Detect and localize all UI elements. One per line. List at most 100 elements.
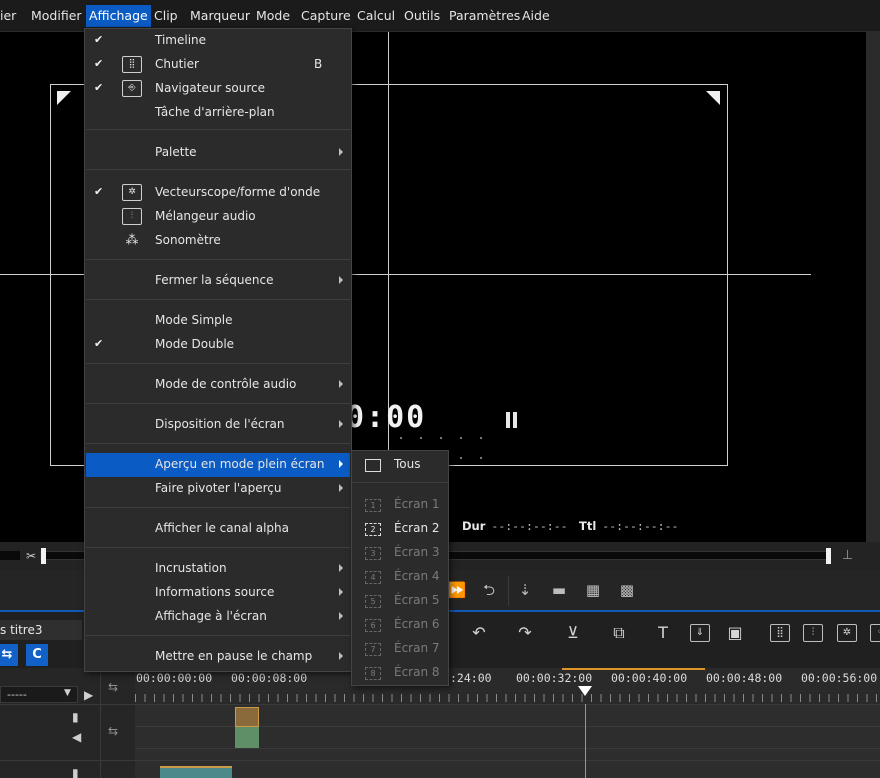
loop-icon[interactable]: ⮌ bbox=[478, 580, 500, 600]
submenu-item-ecran-8[interactable]: 8 Écran 8 bbox=[352, 661, 448, 685]
audio-mixer-toggle-icon[interactable]: ⫶ bbox=[803, 624, 823, 642]
menu-modifier[interactable]: Modifier bbox=[28, 5, 85, 27]
shortcut-label: B bbox=[314, 57, 323, 71]
menu-item-mode-simple[interactable]: Mode Simple bbox=[86, 309, 350, 333]
menu-aide[interactable]: Aide bbox=[519, 5, 553, 27]
menu-separator bbox=[86, 547, 350, 548]
menu-item-incrustation[interactable]: Incrustation bbox=[86, 557, 350, 581]
scissors-icon[interactable]: ✂ bbox=[26, 549, 36, 563]
title-text-icon[interactable]: T bbox=[650, 622, 676, 644]
more-tools-icon[interactable]: ◦ bbox=[870, 624, 880, 642]
swap-tracks-icon[interactable]: ⇆ bbox=[108, 680, 118, 694]
duration-readout: Dur --:--:--:-- bbox=[462, 519, 568, 533]
menu-item-apercu-plein-ecran[interactable]: Aperçu en mode plein écran bbox=[86, 453, 350, 477]
ruler-icon[interactable]: ⊥ bbox=[842, 548, 853, 563]
menu-item-navigateur-source[interactable]: ✔ ⎆ Navigateur source bbox=[86, 77, 350, 101]
submenu-arrow-icon bbox=[339, 484, 343, 492]
submenu-arrow-icon bbox=[339, 652, 343, 660]
track-divider bbox=[0, 704, 135, 705]
menu-calcul[interactable]: Calcul bbox=[354, 5, 398, 27]
fast-forward-icon[interactable]: ⏩ bbox=[446, 580, 468, 600]
timeline-ruler[interactable]: 00:00:00:00 00:00:08:00 :24:00 00:00:32:… bbox=[135, 668, 880, 704]
menu-item-label: Fermer la séquence bbox=[155, 273, 274, 287]
video-track-icon[interactable]: ▮ bbox=[72, 766, 79, 778]
audio-track-icon[interactable]: ◀ bbox=[72, 730, 81, 744]
add-clip-icon[interactable]: ▩ bbox=[616, 580, 638, 600]
menu-item-pause-champ[interactable]: Mettre en pause le champ bbox=[86, 645, 350, 669]
submenu-arrow-icon bbox=[339, 148, 343, 156]
menu-item-vecteurscope[interactable]: ✔ ✲ Vecteurscope/forme d'onde bbox=[86, 181, 350, 205]
menu-separator bbox=[86, 259, 350, 260]
menu-item-label: Vecteurscope/forme d'onde bbox=[155, 185, 321, 199]
in-point-handle[interactable] bbox=[41, 548, 46, 564]
menu-parametres[interactable]: Paramètres bbox=[446, 5, 523, 27]
redo-icon[interactable]: ↷ bbox=[512, 622, 538, 644]
menu-item-informations-source[interactable]: Informations source bbox=[86, 581, 350, 605]
menu-item-controle-audio[interactable]: Mode de contrôle audio bbox=[86, 373, 350, 397]
submenu-item-ecran-6[interactable]: 6 Écran 6 bbox=[352, 613, 448, 637]
menu-mode[interactable]: Mode bbox=[253, 5, 293, 27]
timecode-dots bbox=[400, 437, 490, 439]
sequence-tab[interactable]: s titre3 bbox=[0, 620, 82, 640]
menu-item-canal-alpha[interactable]: Afficher le canal alpha bbox=[86, 517, 350, 541]
voice-over-icon[interactable]: ⇓ bbox=[690, 624, 710, 642]
sync-track-icon[interactable]: ⇆ bbox=[108, 724, 118, 738]
video-clip[interactable] bbox=[235, 707, 259, 727]
menu-item-label: Sonomètre bbox=[155, 233, 221, 247]
menu-fichier[interactable]: ier bbox=[0, 5, 19, 27]
trim-icon[interactable]: ⧉ bbox=[606, 622, 632, 644]
menu-item-affichage-ecran[interactable]: Affichage à l'écran bbox=[86, 605, 350, 629]
submenu-item-ecran-4[interactable]: 4 Écran 4 bbox=[352, 565, 448, 589]
out-point-handle[interactable] bbox=[826, 548, 831, 564]
screen-icon: 8 bbox=[365, 667, 381, 680]
menu-item-melangeur-audio[interactable]: ⫶ Mélangeur audio bbox=[86, 205, 350, 229]
submenu-arrow-icon bbox=[339, 564, 343, 572]
submenu-item-ecran-7[interactable]: 7 Écran 7 bbox=[352, 637, 448, 661]
chapter-marker-icon[interactable]: ▣ bbox=[722, 622, 748, 644]
submenu-item-ecran-3[interactable]: 3 Écran 3 bbox=[352, 541, 448, 565]
menu-item-fermer-sequence[interactable]: Fermer la séquence bbox=[86, 269, 350, 293]
audio-clip[interactable] bbox=[235, 727, 259, 748]
ruler-label: :24:00 bbox=[450, 671, 492, 685]
chevron-down-icon[interactable]: ▼ bbox=[64, 688, 71, 698]
menu-capture[interactable]: Capture bbox=[298, 5, 354, 27]
export-clip-icon[interactable]: ▦ bbox=[582, 580, 604, 600]
video-clip[interactable] bbox=[160, 766, 232, 778]
menu-outils[interactable]: Outils bbox=[401, 5, 443, 27]
menu-item-disposition-ecran[interactable]: Disposition de l'écran bbox=[86, 413, 350, 437]
menu-item-timeline[interactable]: ✔ Timeline bbox=[86, 29, 350, 53]
group-mode-button[interactable]: C bbox=[26, 644, 48, 666]
bin-toggle-icon[interactable]: ⣿ bbox=[770, 624, 790, 642]
vectorscope-toggle-icon[interactable]: ✲ bbox=[837, 624, 857, 642]
screen-icon: 1 bbox=[365, 499, 381, 512]
submenu-arrow-icon bbox=[339, 588, 343, 596]
video-track-icon[interactable]: ▮ bbox=[72, 710, 79, 724]
undo-icon[interactable]: ↶ bbox=[466, 622, 492, 644]
play-triangle-icon[interactable]: ▶ bbox=[84, 688, 93, 702]
menu-item-tache-arriere-plan[interactable]: Tâche d'arrière-plan bbox=[86, 101, 350, 125]
submenu-item-tous[interactable]: Tous bbox=[352, 453, 448, 477]
mark-in-icon[interactable]: ⊻ bbox=[560, 622, 586, 644]
usb-icon: ⎆ bbox=[122, 80, 142, 97]
menu-item-sonometre[interactable]: ⁂ Sonomètre bbox=[86, 229, 350, 253]
track-divider bbox=[135, 748, 880, 749]
insert-icon[interactable]: ⇣ bbox=[514, 580, 536, 600]
menu-separator bbox=[86, 507, 350, 508]
menu-item-chutier[interactable]: ✔ ⣿ Chutier B bbox=[86, 53, 350, 77]
submenu-item-ecran-2[interactable]: 2 Écran 2 bbox=[352, 517, 448, 541]
menu-item-label: Aperçu en mode plein écran bbox=[155, 457, 325, 471]
overwrite-icon[interactable]: ▬ bbox=[548, 580, 570, 600]
menu-item-label: Mode de contrôle audio bbox=[155, 377, 297, 391]
menu-clip[interactable]: Clip bbox=[151, 5, 181, 27]
submenu-item-ecran-1[interactable]: 1 Écran 1 bbox=[352, 493, 448, 517]
menu-marqueur[interactable]: Marqueur bbox=[187, 5, 253, 27]
checkmark-icon: ✔ bbox=[94, 81, 104, 94]
menu-item-mode-double[interactable]: ✔ Mode Double bbox=[86, 333, 350, 357]
submenu-item-ecran-5[interactable]: 5 Écran 5 bbox=[352, 589, 448, 613]
menu-item-palette[interactable]: Palette bbox=[86, 141, 350, 165]
screen-icon: 5 bbox=[365, 595, 381, 608]
playhead-marker[interactable] bbox=[578, 686, 592, 696]
sync-lock-button[interactable]: ⇆ bbox=[0, 644, 18, 666]
menu-affichage[interactable]: Affichage bbox=[86, 5, 151, 27]
menu-item-pivoter-apercu[interactable]: Faire pivoter l'aperçu bbox=[86, 477, 350, 501]
